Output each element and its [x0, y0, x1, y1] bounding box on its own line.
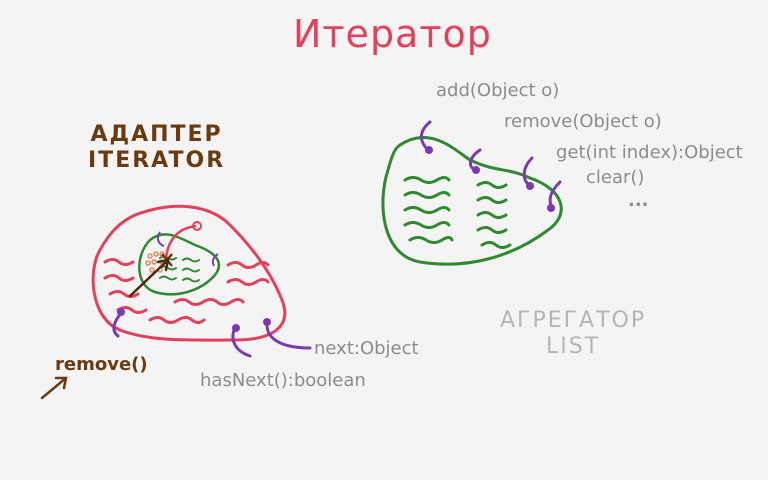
page-title: Итератор [293, 12, 492, 56]
adapter-label-line2: ITERATOR [88, 148, 226, 173]
method-remove-iterator: remove() [55, 354, 148, 375]
remove-arrow [40, 376, 68, 400]
adapter-label-line1: АДАПТЕР [90, 122, 223, 147]
aggregator-label: АГРЕГАТОР LIST [500, 308, 646, 360]
list-content-lines [403, 176, 512, 249]
adapter-label: АДАПТЕР ITERATOR [88, 122, 225, 174]
iterator-connectors [112, 310, 312, 358]
aggregator-label-line1: АГРЕГАТОР [500, 308, 647, 333]
method-get: get(int index):Object [556, 142, 743, 163]
list-connectors [420, 120, 562, 210]
method-add: add(Object o) [436, 80, 560, 101]
diagram-canvas [40, 120, 563, 400]
method-remove-object: remove(Object o) [504, 111, 662, 132]
method-ellipsis: ... [628, 190, 649, 211]
method-clear: clear() [586, 167, 645, 188]
inner-list-blob [138, 233, 221, 296]
method-next: next:Object [314, 338, 419, 359]
aggregator-label-line2: LIST [545, 334, 601, 359]
method-hasnext: hasNext():boolean [200, 370, 366, 391]
